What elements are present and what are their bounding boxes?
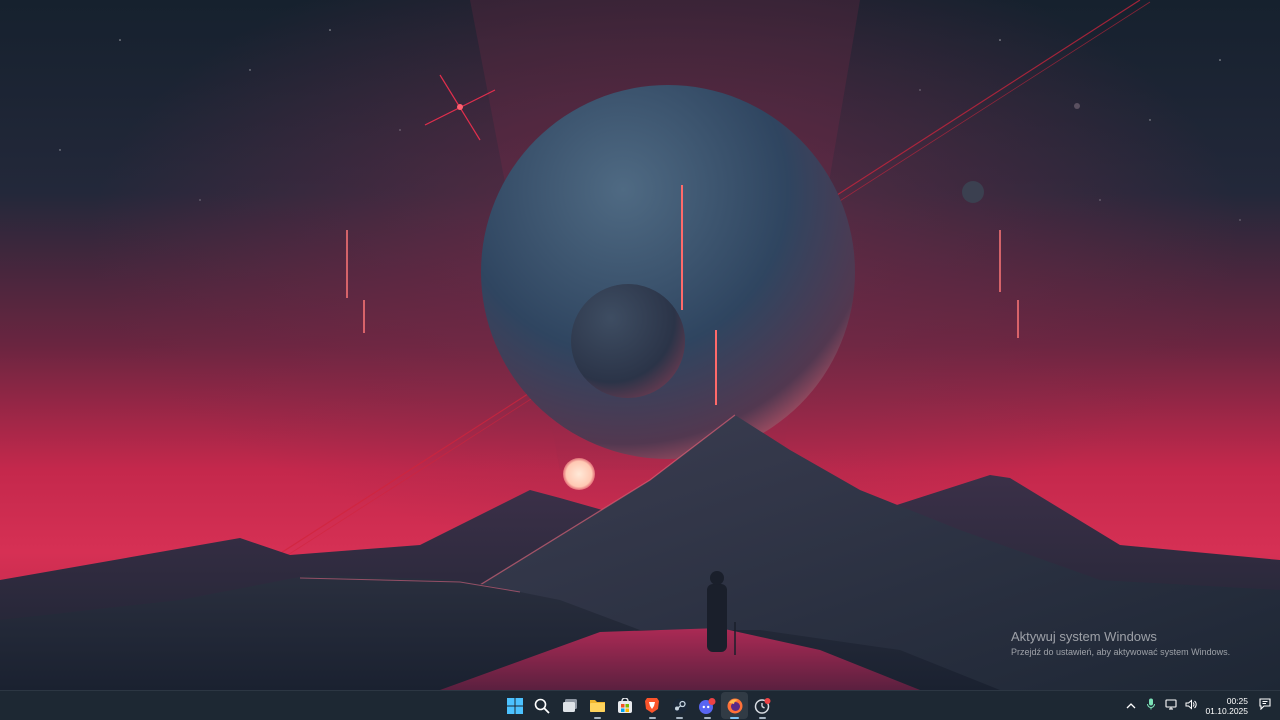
clock-date-text: 01.10.2025 bbox=[1205, 705, 1248, 716]
wallpaper-artwork bbox=[0, 0, 1280, 690]
notification-icon bbox=[1259, 697, 1271, 715]
network-icon bbox=[1165, 697, 1178, 715]
firefox-button[interactable] bbox=[721, 692, 748, 719]
running-indicator bbox=[593, 717, 601, 719]
task-view-button[interactable] bbox=[556, 692, 583, 719]
firefox-icon bbox=[727, 698, 743, 714]
microphone-icon bbox=[1146, 697, 1156, 715]
discord-icon bbox=[698, 697, 716, 714]
running-indicator bbox=[758, 717, 766, 719]
chevron-up-icon bbox=[1126, 697, 1136, 715]
show-hidden-icons-button[interactable] bbox=[1122, 694, 1140, 718]
search-button[interactable] bbox=[529, 692, 556, 719]
steam-button[interactable] bbox=[666, 692, 693, 719]
brave-button[interactable] bbox=[639, 692, 666, 719]
task-view-icon bbox=[562, 698, 578, 714]
folder-icon bbox=[589, 698, 606, 713]
clock-time: 00:25 bbox=[1226, 695, 1248, 706]
taskbar: 00:25 01.10.2025 bbox=[0, 690, 1280, 720]
search-icon bbox=[534, 698, 550, 714]
running-indicator bbox=[648, 717, 656, 719]
store-icon bbox=[617, 697, 633, 714]
clock-date[interactable]: 00:25 01.10.2025 bbox=[1201, 696, 1254, 716]
store-button[interactable] bbox=[611, 692, 638, 719]
network-button[interactable] bbox=[1162, 694, 1180, 718]
system-tray: 00:25 01.10.2025 bbox=[1121, 691, 1280, 720]
microphone-button[interactable] bbox=[1142, 694, 1160, 718]
volume-icon bbox=[1185, 697, 1198, 715]
clock-icon bbox=[754, 697, 771, 714]
notification-center-button[interactable] bbox=[1254, 694, 1276, 718]
active-indicator bbox=[730, 717, 739, 719]
volume-button[interactable] bbox=[1182, 694, 1200, 718]
start-button[interactable] bbox=[501, 692, 528, 719]
file-explorer-button[interactable] bbox=[584, 692, 611, 719]
clock-app-button[interactable] bbox=[749, 692, 776, 719]
brave-icon bbox=[644, 697, 660, 714]
running-indicator bbox=[703, 717, 711, 719]
discord-button[interactable] bbox=[694, 692, 721, 719]
taskbar-apps bbox=[501, 691, 776, 720]
running-indicator bbox=[676, 717, 683, 719]
windows-logo-icon bbox=[506, 697, 523, 714]
steam-icon bbox=[672, 698, 688, 714]
desktop-wallpaper bbox=[0, 0, 1280, 690]
